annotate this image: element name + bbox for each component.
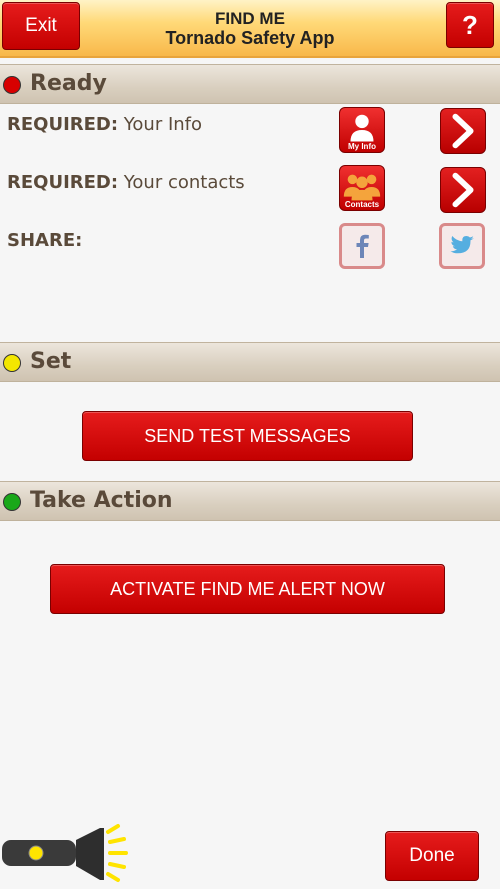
activate-alert-button[interactable]: ACTIVATE FIND ME ALERT NOW — [50, 564, 445, 614]
section-set: Set — [0, 342, 500, 382]
your-contacts-arrow-button[interactable] — [440, 167, 486, 213]
section-set-label: Set — [30, 349, 72, 374]
row-your-info: REQUIRED: Your Info — [7, 114, 202, 135]
row-your-contacts-prefix: REQUIRED: — [7, 172, 119, 193]
your-info-arrow-button[interactable] — [440, 108, 486, 154]
row-share-prefix: SHARE: — [7, 230, 83, 251]
my-info-button[interactable]: My Info — [339, 107, 385, 153]
row-your-contacts-text: Your contacts — [118, 172, 245, 193]
facebook-icon — [356, 234, 369, 258]
row-your-contacts: REQUIRED: Your contacts — [7, 172, 245, 193]
row-your-info-text: Your Info — [118, 114, 203, 135]
green-status-dot-icon — [3, 493, 21, 511]
section-take-action-label: Take Action — [30, 488, 173, 513]
done-button[interactable]: Done — [385, 831, 479, 881]
section-ready-label: Ready — [30, 71, 107, 96]
contacts-button[interactable]: Contacts — [339, 165, 385, 211]
flashlight-icon[interactable] — [0, 822, 130, 886]
red-status-dot-icon — [3, 76, 21, 94]
row-your-info-prefix: REQUIRED: — [7, 114, 119, 135]
exit-button[interactable]: Exit — [2, 2, 80, 50]
help-button[interactable]: ? — [446, 2, 494, 48]
section-take-action: Take Action — [0, 481, 500, 521]
app-title: FIND ME Tornado Safety App — [100, 9, 400, 48]
twitter-share-button[interactable] — [439, 223, 485, 269]
contacts-caption: Contacts — [344, 200, 380, 209]
my-info-caption: My Info — [348, 142, 376, 151]
chevron-right-icon — [452, 113, 474, 149]
chevron-right-icon — [452, 172, 474, 208]
app-title-line1: FIND ME — [215, 9, 285, 28]
yellow-status-dot-icon — [3, 354, 21, 372]
facebook-share-button[interactable] — [339, 223, 385, 269]
row-share: SHARE: — [7, 230, 82, 251]
send-test-messages-button[interactable]: SEND TEST MESSAGES — [82, 411, 413, 461]
section-ready: Ready — [0, 64, 500, 104]
twitter-icon — [450, 236, 474, 254]
app-header: Exit FIND ME Tornado Safety App ? — [0, 0, 500, 58]
app-title-line2: Tornado Safety App — [165, 28, 335, 48]
